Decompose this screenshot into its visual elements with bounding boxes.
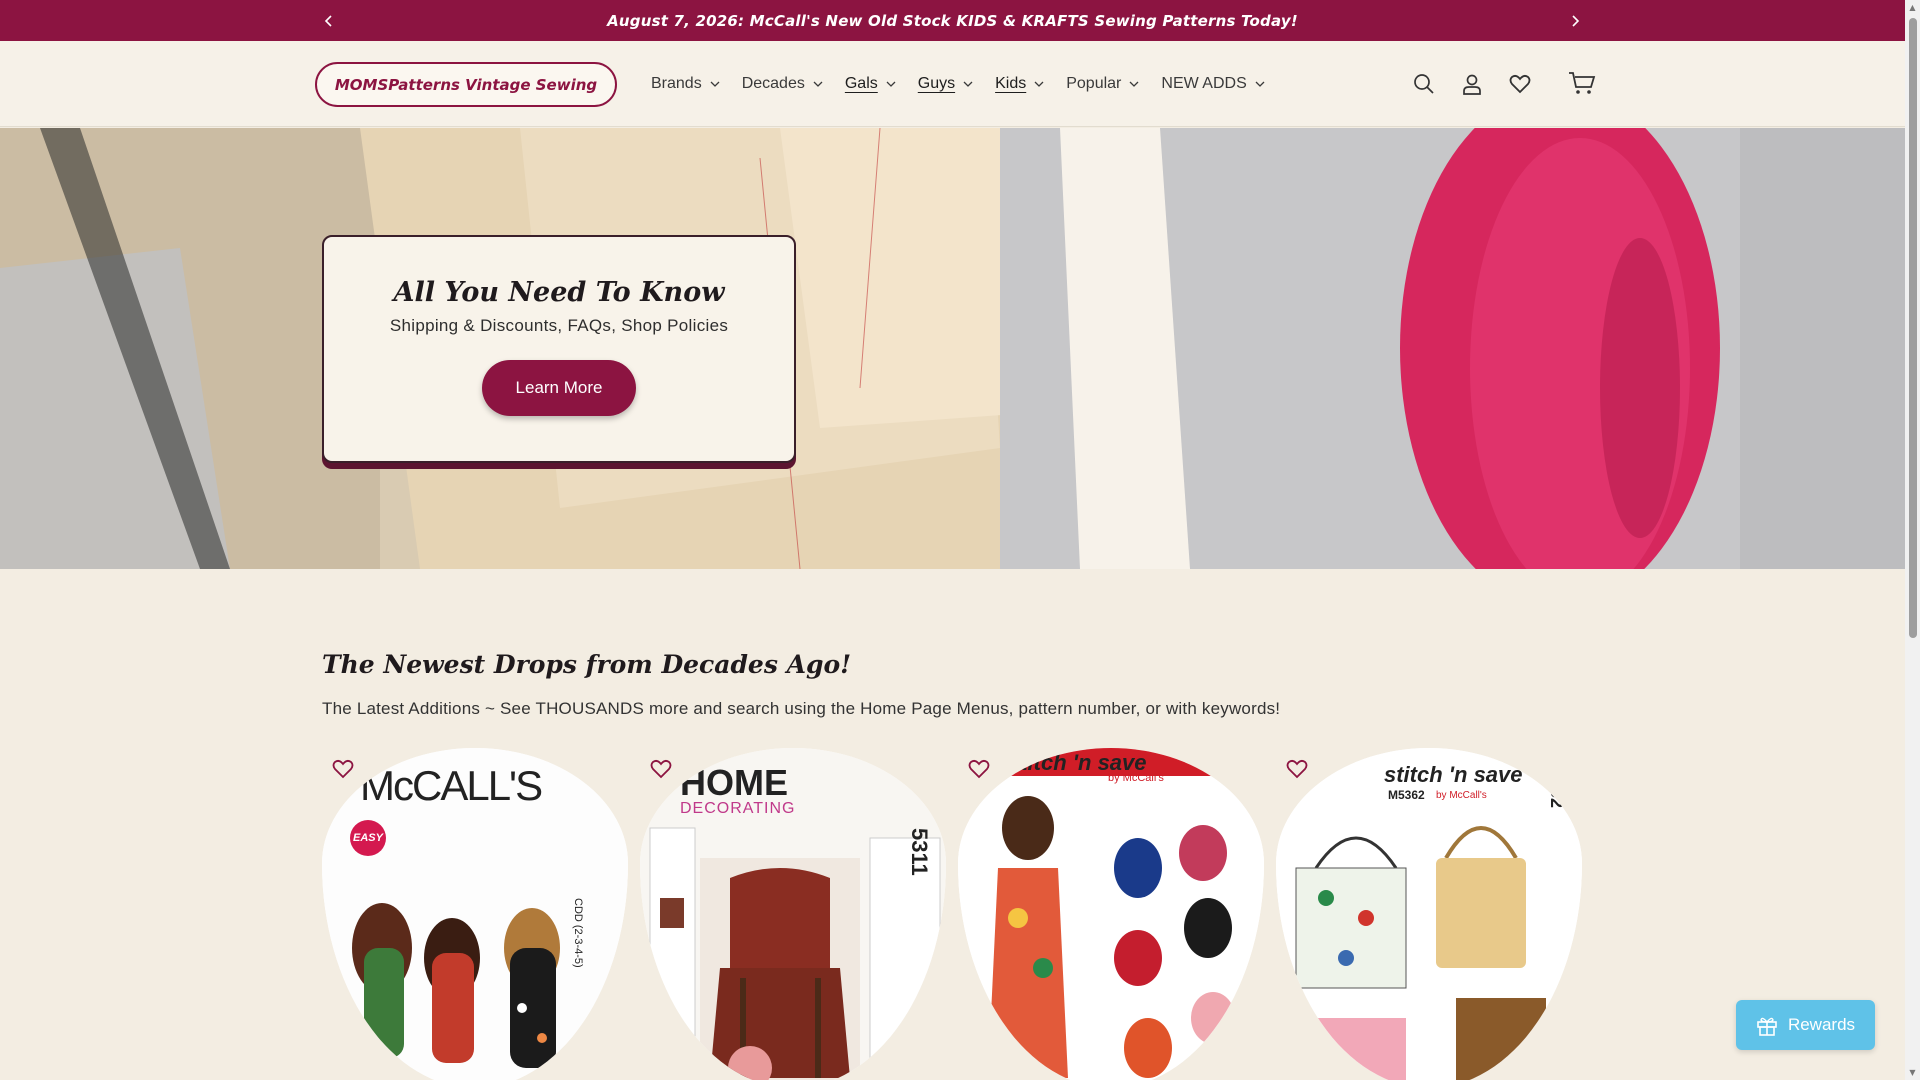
product-image[interactable]: stitch 'n save M5362 by McCall's 5362 [1276,748,1582,1080]
announcement-text[interactable]: August 7, 2026: McCall's New Old Stock K… [607,12,1298,30]
heart-icon [968,759,990,779]
page-scrollbar[interactable]: ▲ ▼ [1905,0,1920,1080]
nav-decades-label: Decades [741,75,805,92]
product-brand: stitch 'n save [1384,762,1523,787]
announcement-bar: August 7, 2026: McCall's New Old Stock K… [0,0,1905,41]
add-to-wishlist-button[interactable] [966,756,992,782]
product-brand-sub: DECORATING [680,800,796,817]
pattern-cover-illustration [1276,748,1582,1080]
product-brand: HOME [680,762,788,803]
hero-background-image [0,128,1905,569]
product-image[interactable]: stitch 'n save by McCall's [958,748,1264,1080]
product-number: 5362 [1547,768,1567,809]
product-card[interactable]: stitch 'n save by McCall's [958,748,1264,1080]
search-button[interactable] [1410,70,1438,98]
header-icons [1410,41,1598,127]
chevron-down-icon [1129,81,1139,87]
pattern-cover-illustration [958,748,1264,1080]
product-number: 5311 [907,828,932,876]
announcement-prev-button[interactable] [314,0,344,41]
nav-popular-label: Popular [1066,75,1122,92]
product-size: CDD (2-3-4-5) [572,898,584,968]
section-title: The Newest Drops from Decades Ago! [322,650,852,679]
nav-gals[interactable]: Gals [845,75,896,93]
product-card[interactable]: McCALL'S EASY CDD (2-3-4-5) [322,748,628,1080]
product-brand-by: by McCall's [1436,790,1487,801]
rewards-label: Rewards [1787,1015,1856,1034]
product-brand-by: by McCall's [1108,772,1164,784]
site-logo[interactable]: MOMSPatterns Vintage Sewing [315,62,617,107]
product-grid: McCALL'S EASY CDD (2-3-4-5) HOME DECORAT… [322,748,1587,1080]
nav-kids[interactable]: Kids [995,75,1044,93]
account-button[interactable] [1458,70,1486,98]
search-icon [1414,74,1434,94]
hero-card: All You Need To Know Shipping & Discount… [322,235,796,463]
cart-button[interactable] [1566,70,1598,98]
product-card[interactable]: stitch 'n save M5362 by McCall's 5362 [1276,748,1582,1080]
hero-subtitle: Shipping & Discounts, FAQs, Shop Policie… [389,316,729,335]
cart-icon [1569,72,1596,94]
wishlist-button[interactable] [1506,70,1534,98]
hero-title: All You Need To Know [393,277,725,308]
add-to-wishlist-button[interactable] [1284,756,1310,782]
product-image[interactable]: McCALL'S EASY CDD (2-3-4-5) [322,748,628,1080]
scroll-up-arrow-icon[interactable]: ▲ [1908,3,1917,12]
section-subtitle: The Latest Additions ~ See THOUSANDS mor… [322,699,1281,718]
rewards-button[interactable]: Rewards [1736,1000,1875,1050]
product-card[interactable]: HOME DECORATING 5311 [640,748,946,1080]
heart-icon [332,759,354,779]
heart-icon [650,759,672,779]
site-header: MOMSPatterns Vintage Sewing Brands Decad… [0,41,1905,127]
nav-new-adds[interactable]: NEW ADDS [1161,75,1265,93]
main-nav: Brands Decades Gals Guys Kids Popular NE… [651,41,1287,127]
nav-decades[interactable]: Decades [742,75,823,93]
product-image[interactable]: HOME DECORATING 5311 [640,748,946,1080]
wishlist-heart-icon [1509,74,1531,94]
announcement-next-button[interactable] [1560,0,1590,41]
add-to-wishlist-button[interactable] [648,756,674,782]
chevron-down-icon [813,81,823,87]
add-to-wishlist-button[interactable] [330,756,356,782]
account-icon [1463,74,1481,95]
learn-more-button[interactable]: Learn More [482,360,636,416]
nav-popular[interactable]: Popular [1066,75,1139,93]
chevron-down-icon [963,81,973,87]
heart-icon [1286,759,1308,779]
page: August 7, 2026: McCall's New Old Stock K… [0,0,1905,1080]
product-badge: EASY [350,820,386,856]
scrollbar-thumb[interactable] [1909,18,1917,638]
product-model: M5362 [1388,788,1425,802]
gift-icon [1757,1017,1777,1036]
chevron-right-icon [1572,14,1580,27]
nav-new-adds-label: NEW ADDS [1161,75,1247,92]
chevron-down-icon [886,81,896,87]
nav-guys[interactable]: Guys [918,75,973,93]
chevron-down-icon [710,81,720,87]
scroll-down-arrow-icon[interactable]: ▼ [1908,1068,1917,1077]
nav-brands[interactable]: Brands [651,75,720,93]
nav-guys-label: Guys [917,75,956,92]
nav-brands-label: Brands [651,75,702,92]
hero-banner: All You Need To Know Shipping & Discount… [0,128,1905,569]
nav-gals-label: Gals [844,75,878,92]
chevron-down-icon [1034,81,1044,87]
chevron-left-icon [324,14,332,27]
chevron-down-icon [1255,81,1265,87]
product-brand: McCALL'S [360,762,543,809]
nav-kids-label: Kids [995,75,1027,92]
